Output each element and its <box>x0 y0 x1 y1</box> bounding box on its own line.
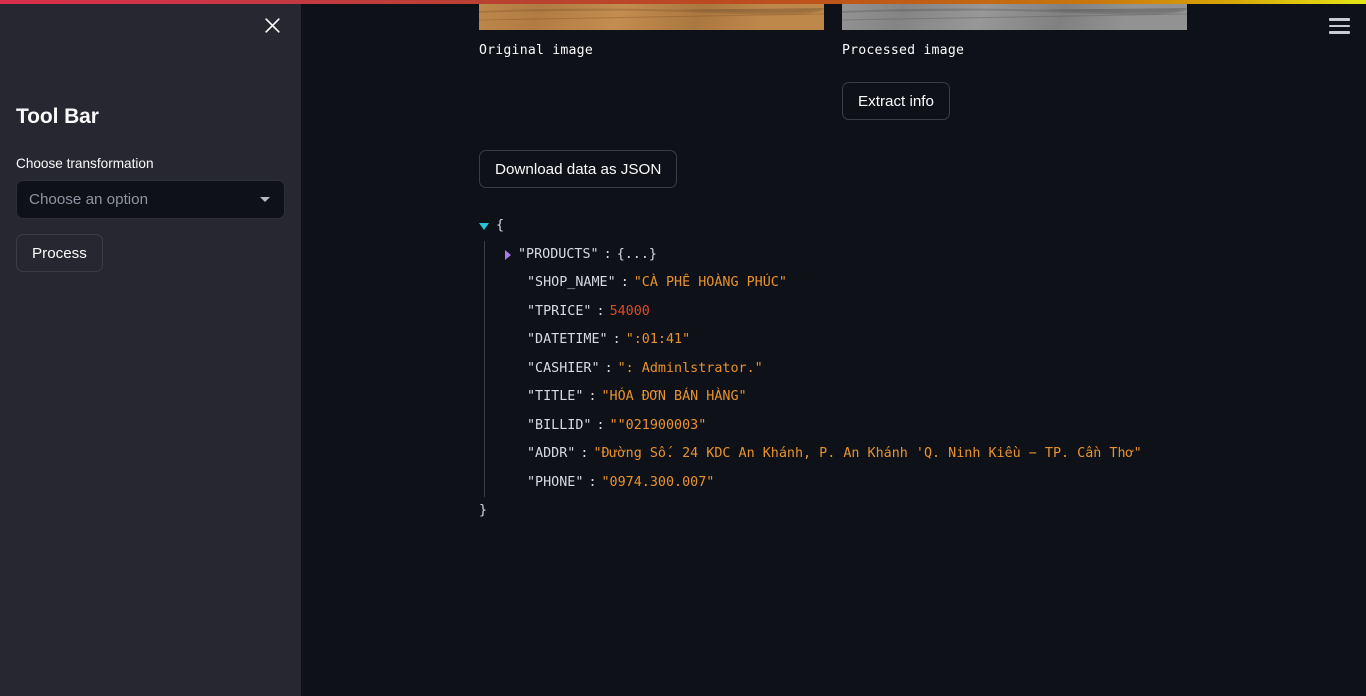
json-key: "SHOP_NAME" <box>527 275 616 291</box>
json-value: "0974.300.007" <box>601 474 715 490</box>
top-accent-bar <box>0 0 1366 4</box>
main-inner: Cà phê sữa đá 1 22,000 22,000 Cơm tấm 1 … <box>479 0 1199 526</box>
json-row: "TPRICE":54000 <box>503 298 1199 327</box>
json-colon: : <box>612 332 621 348</box>
close-icon[interactable] <box>258 11 286 39</box>
json-root-brace-close: } <box>479 503 488 519</box>
json-colon: : <box>620 275 629 291</box>
sidebar: Tool Bar Choose transformation Choose an… <box>0 0 301 696</box>
json-output-viewer: { "PRODUCTS": {...} "SHOP_NAME": "CÀ PHÊ HO… <box>479 212 1199 526</box>
json-value: ""021900003" <box>609 417 707 433</box>
transformation-label: Choose transformation <box>16 156 154 172</box>
json-value: "Đường Số. 24 KDC An Khánh, P. An Khánh … <box>593 446 1142 462</box>
json-row[interactable]: "PRODUCTS": {...} <box>503 241 1199 270</box>
extract-info-button[interactable]: Extract info <box>842 82 950 121</box>
extract-info-wrap: Extract info <box>842 82 1187 121</box>
download-json-wrap: Download data as JSON <box>479 150 1199 189</box>
json-key: "CASHIER" <box>527 360 600 376</box>
process-button[interactable]: Process <box>16 234 103 273</box>
json-row: "PHONE": "0974.300.007" <box>503 469 1199 498</box>
json-root-close: } <box>479 497 1199 526</box>
json-value: "HÓA ĐƠN BÁN HÀNG" <box>601 389 747 405</box>
app-root: Tool Bar Choose transformation Choose an… <box>0 0 1366 696</box>
json-row: "BILLID": ""021900003" <box>503 412 1199 441</box>
original-image-column: Cà phê sữa đá 1 22,000 22,000 Cơm tấm 1 … <box>479 0 824 60</box>
chevron-down-icon[interactable] <box>479 223 489 231</box>
json-key: "BILLID" <box>527 417 592 433</box>
json-value: 54000 <box>609 303 650 319</box>
transformation-select[interactable]: Choose an option <box>16 180 285 220</box>
transformation-select-value: Choose an option <box>29 191 149 209</box>
json-colon: : <box>588 389 597 405</box>
main-content: Cà phê sữa đá 1 22,000 22,000 Cơm tấm 1 … <box>301 0 1366 696</box>
page-title: Tool Bar <box>16 105 99 128</box>
json-row: "DATETIME": ":01:41" <box>503 326 1199 355</box>
processed-image-column: Cà phê sữa đá 1 22,000 22,000 Cơm tấm 1 … <box>842 0 1187 121</box>
hamburger-menu-icon[interactable] <box>1326 13 1352 39</box>
json-key: "ADDR" <box>527 446 576 462</box>
json-value: ":01:41" <box>625 332 691 348</box>
json-value: ": Adminlstrator." <box>617 360 763 376</box>
json-value: "CÀ PHÊ HOÀNG PHÚC" <box>633 275 787 291</box>
processed-image-caption: Processed image <box>842 43 965 58</box>
json-colon: : <box>580 446 589 462</box>
json-key: "PRODUCTS" <box>518 246 599 262</box>
json-key: "DATETIME" <box>527 332 608 348</box>
download-json-button[interactable]: Download data as JSON <box>479 150 678 189</box>
json-key: "TITLE" <box>527 389 584 405</box>
json-colon: : <box>604 360 613 376</box>
json-row: "CASHIER": ": Adminlstrator." <box>503 355 1199 384</box>
json-root-brace-open: { <box>496 218 505 234</box>
chevron-right-icon[interactable] <box>505 250 511 261</box>
json-entries: "PRODUCTS": {...} "SHOP_NAME": "CÀ PHÊ HOÀN… <box>484 240 1199 498</box>
json-key: "TPRICE" <box>527 303 592 319</box>
json-key: "PHONE" <box>527 474 584 490</box>
json-colon: : <box>588 474 597 490</box>
image-row: Cà phê sữa đá 1 22,000 22,000 Cơm tấm 1 … <box>479 0 1199 121</box>
json-row: "ADDR": "Đường Số. 24 KDC An Khánh, P. An… <box>503 440 1199 469</box>
json-row: "SHOP_NAME": "CÀ PHÊ HOÀNG PHÚC" <box>503 269 1199 298</box>
json-colon: : <box>603 246 612 262</box>
json-root-open[interactable]: { <box>479 212 1199 241</box>
original-image: Cà phê sữa đá 1 22,000 22,000 Cơm tấm 1 … <box>479 0 824 30</box>
chevron-down-icon <box>260 197 270 203</box>
json-value: {...} <box>616 246 657 262</box>
json-row: "TITLE": "HÓA ĐƠN BÁN HÀNG" <box>503 383 1199 412</box>
original-image-caption: Original image <box>479 43 593 58</box>
sidebar-content: Tool Bar Choose transformation Choose an… <box>0 0 301 273</box>
processed-image: Cà phê sữa đá 1 22,000 22,000 Cơm tấm 1 … <box>842 0 1187 30</box>
json-colon: : <box>596 417 605 433</box>
json-colon: : <box>596 303 605 319</box>
